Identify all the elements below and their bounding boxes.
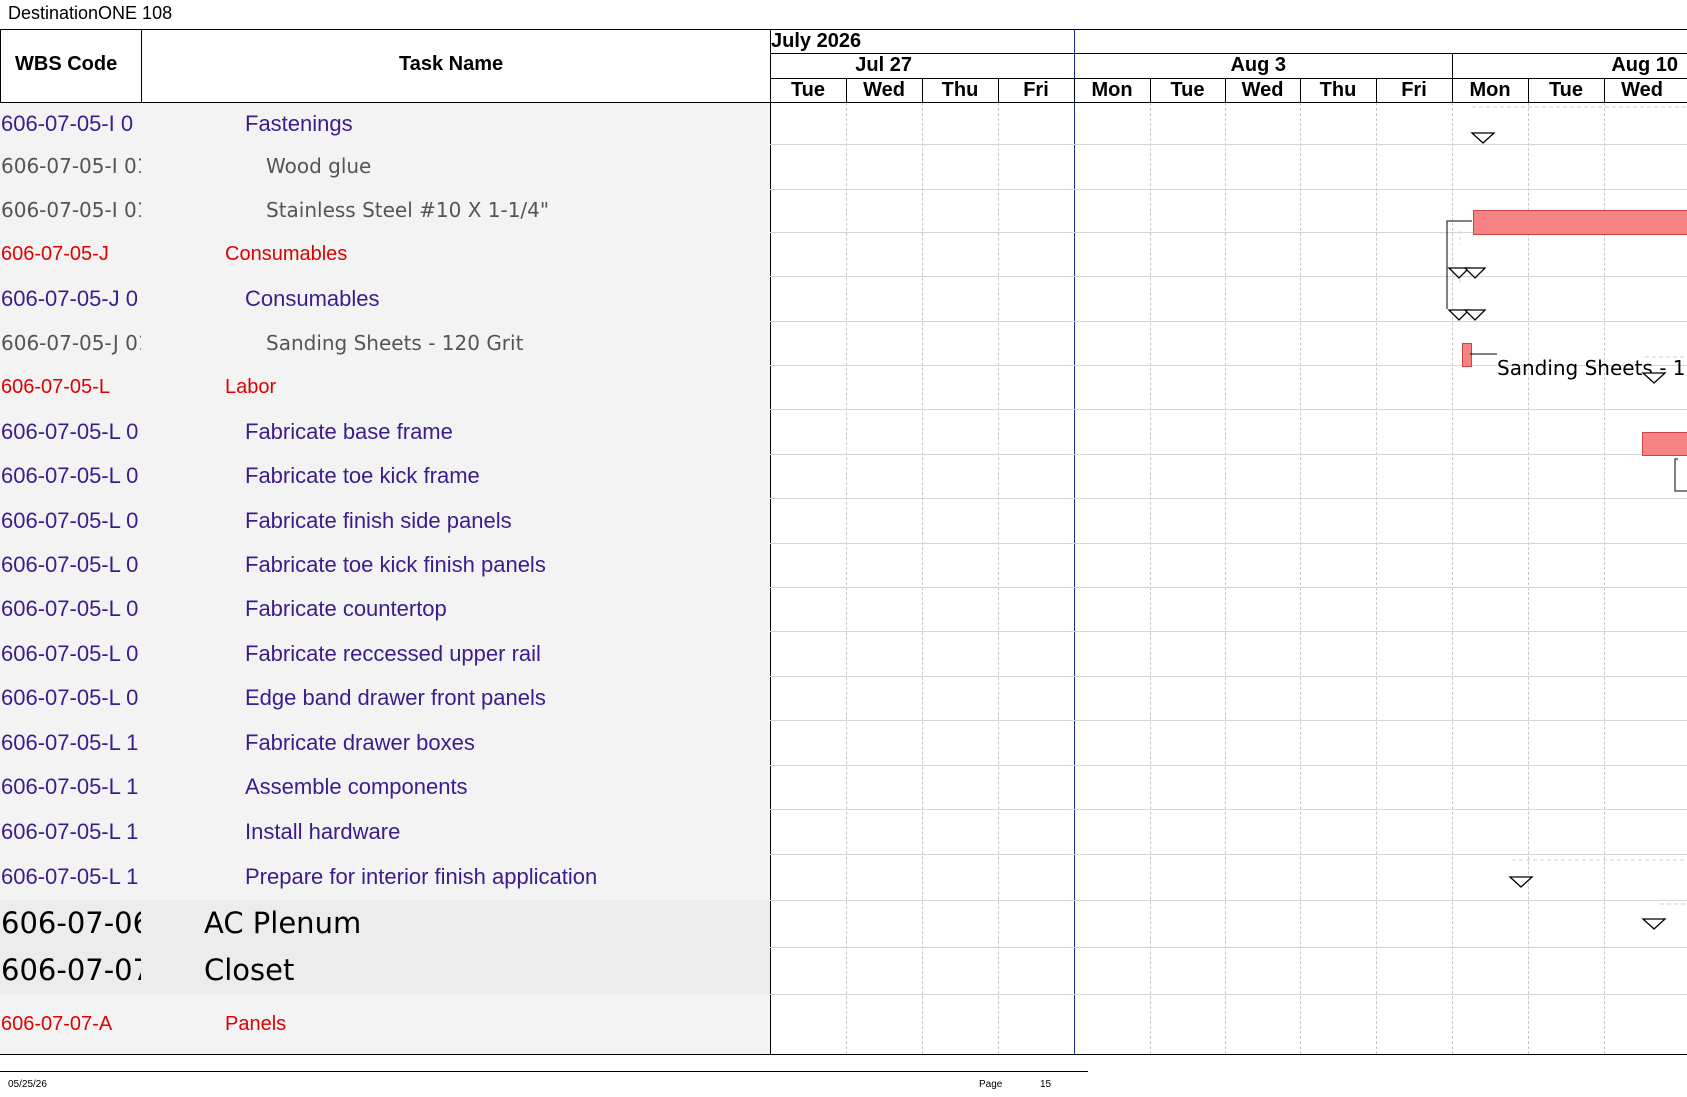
summary-marker-consumables-d [1463,309,1487,321]
app-title: DestinationONE 108 [8,3,173,23]
footer-date: 05/25/26 [8,1079,47,1090]
footer-page-number: 15 [1040,1079,1052,1090]
summary-marker-closet [1641,918,1667,930]
summary-marker-ac-plenum [1508,876,1534,888]
footer-rule [0,1071,1088,1072]
summary-marker-labor [1641,372,1667,384]
summary-marker-consumables-b [1463,267,1487,279]
gantt-connectors [1446,106,1687,930]
footer-page-label: Page [979,1079,1003,1090]
gantt-view: WBS Code Task Name July 2026 Jul 27 Aug … [0,29,1687,1055]
summary-marker-fastenings [1470,132,1496,144]
